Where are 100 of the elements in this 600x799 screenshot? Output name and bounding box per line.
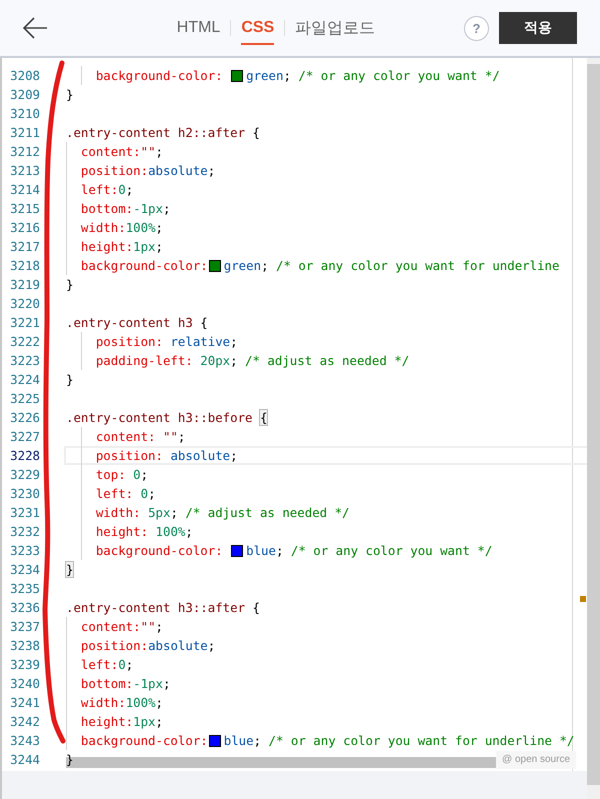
code-token: position: xyxy=(80,163,148,178)
code-token: ; xyxy=(276,543,284,558)
code-token: } xyxy=(66,87,74,102)
code-token: 0 xyxy=(140,486,148,501)
code-token: ; xyxy=(208,163,216,178)
code-token: absolute xyxy=(148,638,208,653)
line-number: 3234 xyxy=(9,562,40,577)
code-token: top: xyxy=(94,467,127,482)
code-token: "" xyxy=(140,619,156,634)
line-number: 3239 xyxy=(9,657,40,672)
code-token: content: xyxy=(94,429,157,444)
editor-tab[interactable]: CSS xyxy=(241,11,274,45)
line-number: 3238 xyxy=(9,638,40,653)
editor-tab[interactable]: HTML xyxy=(176,11,220,45)
code-token: left: xyxy=(80,657,118,672)
line-number: 3212 xyxy=(9,144,40,159)
code-token: /* or any color you want */ xyxy=(298,68,500,83)
code-token: left: xyxy=(94,486,134,501)
code-token: background-color: xyxy=(94,543,224,558)
code-token: green xyxy=(224,258,262,273)
code-token: ; xyxy=(156,695,163,710)
code-token: ; xyxy=(156,714,163,729)
code-token: position: xyxy=(94,448,164,463)
help-button[interactable]: ? xyxy=(464,16,489,40)
code-token: -1px xyxy=(133,676,163,691)
code-token: bottom: xyxy=(80,201,134,216)
code-token: } xyxy=(66,752,74,767)
code-token: 5px xyxy=(148,505,170,520)
code-token: { xyxy=(252,600,260,615)
editor-tab[interactable]: 파일업로드 xyxy=(295,10,376,46)
code-token: { xyxy=(200,315,208,330)
line-number: 3240 xyxy=(9,676,40,691)
line-number: 3237 xyxy=(9,619,40,634)
code-token: 1px xyxy=(133,714,156,729)
code-token: .entry-content h3 xyxy=(66,315,194,330)
code-token: ; xyxy=(156,239,163,254)
code-token: width: xyxy=(94,505,142,520)
code-token: ; xyxy=(156,220,163,235)
line-number: 3226 xyxy=(9,410,40,425)
code-token: blue xyxy=(246,543,276,558)
line-number: 3217 xyxy=(9,239,40,254)
code-token: relative xyxy=(170,334,230,349)
code-token: width: xyxy=(80,695,126,710)
code-token: 0 xyxy=(118,182,126,197)
apply-button[interactable]: 적용 xyxy=(499,12,577,44)
code-token: ; xyxy=(254,733,262,748)
line-number: 3223 xyxy=(9,353,40,368)
line-number: 3209 xyxy=(9,87,40,102)
code-token: ; xyxy=(126,657,134,672)
code-token: /* or any color you want for underline */ xyxy=(268,733,574,748)
code-token: green xyxy=(246,68,284,83)
code-token: ; xyxy=(126,182,134,197)
line-number: 3225 xyxy=(9,391,40,406)
code-token: content: xyxy=(80,619,141,634)
code-token: height: xyxy=(80,239,134,254)
back-arrow-icon[interactable] xyxy=(22,17,48,39)
line-number: 3231 xyxy=(9,505,40,520)
line-number: 3211 xyxy=(9,125,40,140)
line-number: 3228 xyxy=(9,448,40,463)
matched-bracket: { xyxy=(260,410,268,425)
code-token: /* or any color you want for underline xyxy=(276,258,560,273)
line-number: 3230 xyxy=(9,486,40,501)
code-token: ; xyxy=(261,258,270,273)
code-token: ; xyxy=(148,486,156,501)
code-token: } xyxy=(66,277,74,292)
vertical-scrollbar[interactable] xyxy=(587,58,600,799)
code-token: absolute xyxy=(148,163,208,178)
line-number: 3215 xyxy=(9,201,40,216)
code-token: { xyxy=(252,125,260,140)
code-token: ; xyxy=(283,68,292,83)
code-token: 100% xyxy=(126,220,156,235)
code-token: 1px xyxy=(133,239,156,254)
code-token: ; xyxy=(170,505,179,520)
line-number: 3229 xyxy=(9,467,40,482)
code-token: blue xyxy=(224,733,254,748)
code-token: 20px xyxy=(200,353,230,368)
code-token: .entry-content h3::before xyxy=(66,410,254,425)
code-token: left: xyxy=(80,182,118,197)
code-token: "" xyxy=(140,144,156,159)
line-number: 3233 xyxy=(9,543,40,558)
code-token: bottom: xyxy=(80,676,134,691)
line-number: 3242 xyxy=(9,714,40,729)
line-number: 3214 xyxy=(9,182,40,197)
line-number: 3235 xyxy=(9,581,40,596)
line-number: 3221 xyxy=(9,315,40,330)
code-token: ; xyxy=(156,144,163,159)
code-token: height: xyxy=(94,524,150,539)
code-token: ; xyxy=(156,619,163,634)
line-number: 3241 xyxy=(9,695,40,710)
code-token: absolute xyxy=(170,448,230,463)
line-number: 3208 xyxy=(9,68,40,83)
line-number: 3243 xyxy=(9,733,40,748)
line-number: 3232 xyxy=(9,524,40,539)
code-token: position: xyxy=(80,638,148,653)
code-token: /* or any color you want */ xyxy=(290,543,492,558)
line-number: 3218 xyxy=(9,258,40,273)
code-token: "" xyxy=(162,429,178,444)
code-token: } xyxy=(66,372,74,387)
code-token: -1px xyxy=(133,201,163,216)
code-token: ; xyxy=(162,201,170,216)
